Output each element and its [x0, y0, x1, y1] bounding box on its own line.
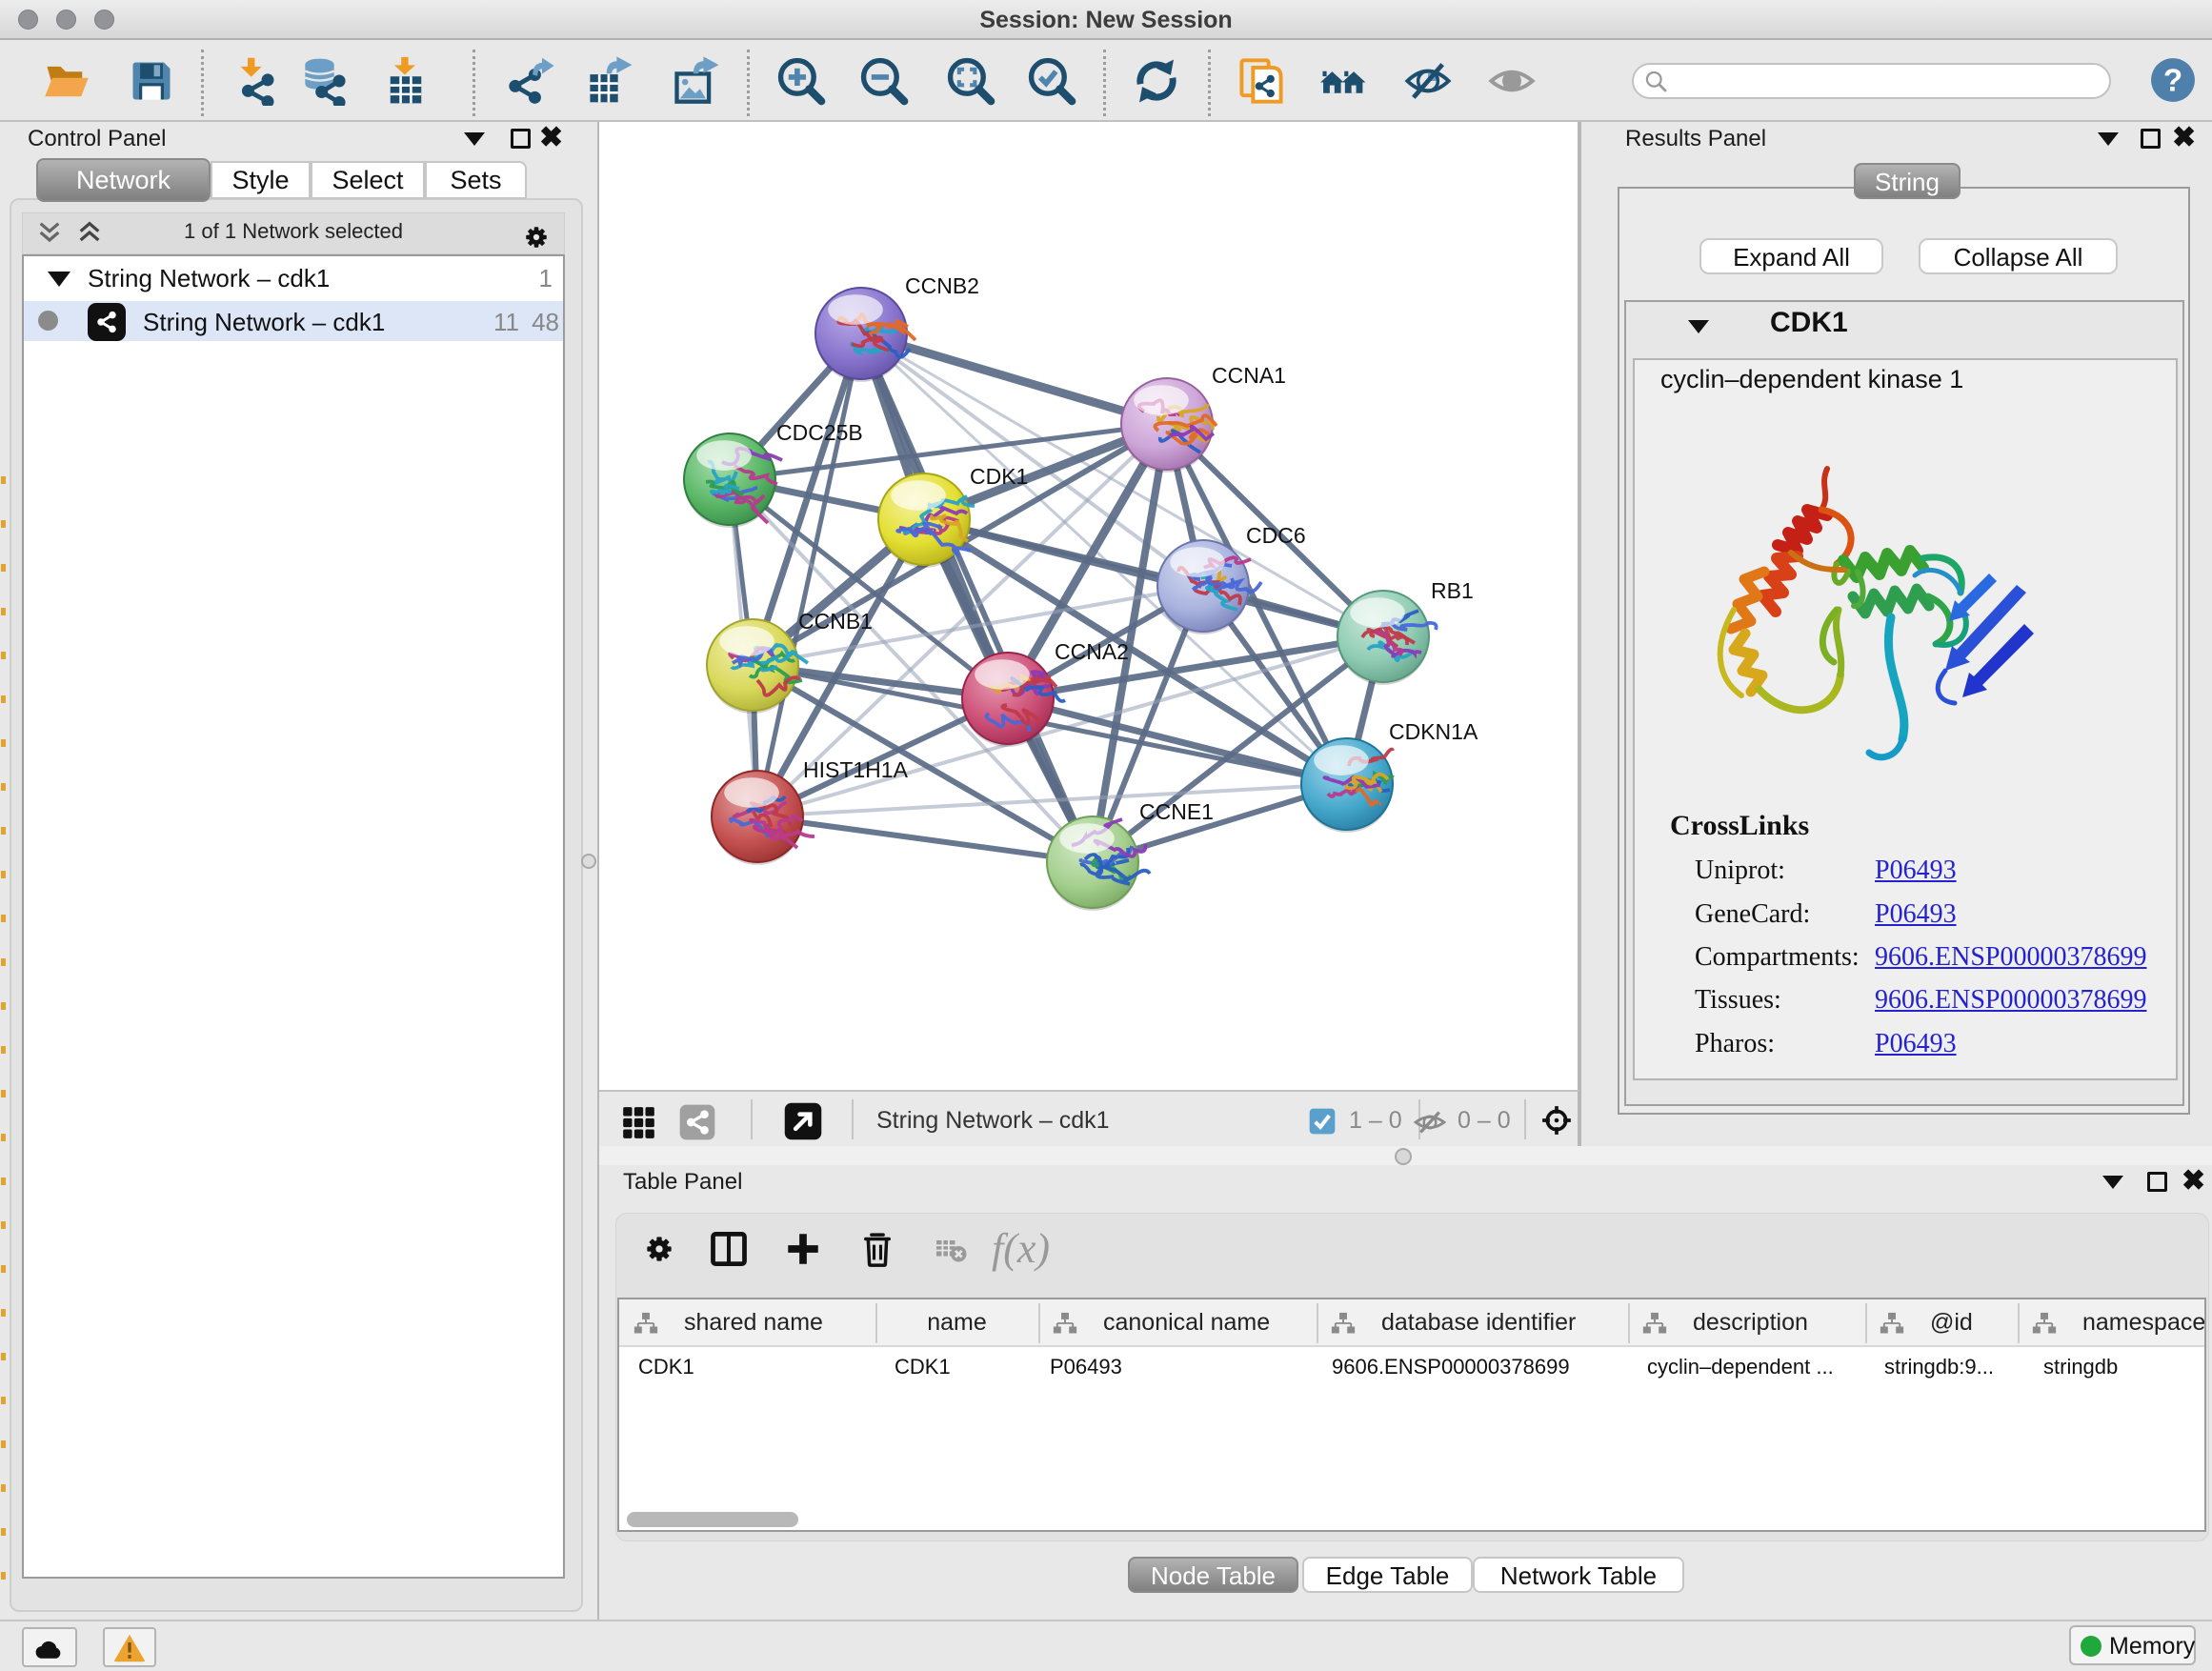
svg-text:?: ? — [2163, 63, 2182, 98]
svg-text:CDKN1A: CDKN1A — [1389, 719, 1478, 744]
svg-text:CCNA1: CCNA1 — [1212, 363, 1286, 388]
svg-text:CDC25B: CDC25B — [776, 420, 863, 445]
svg-text:RB1: RB1 — [1431, 578, 1474, 603]
svg-text:CCNB1: CCNB1 — [798, 609, 873, 634]
svg-text:CDK1: CDK1 — [970, 464, 1028, 489]
svg-text:HIST1H1A: HIST1H1A — [803, 757, 909, 782]
svg-text:CDC6: CDC6 — [1246, 523, 1306, 548]
svg-text:CCNE1: CCNE1 — [1139, 799, 1214, 824]
svg-text:CCNA2: CCNA2 — [1055, 639, 1129, 664]
svg-text:CCNB2: CCNB2 — [905, 273, 979, 298]
